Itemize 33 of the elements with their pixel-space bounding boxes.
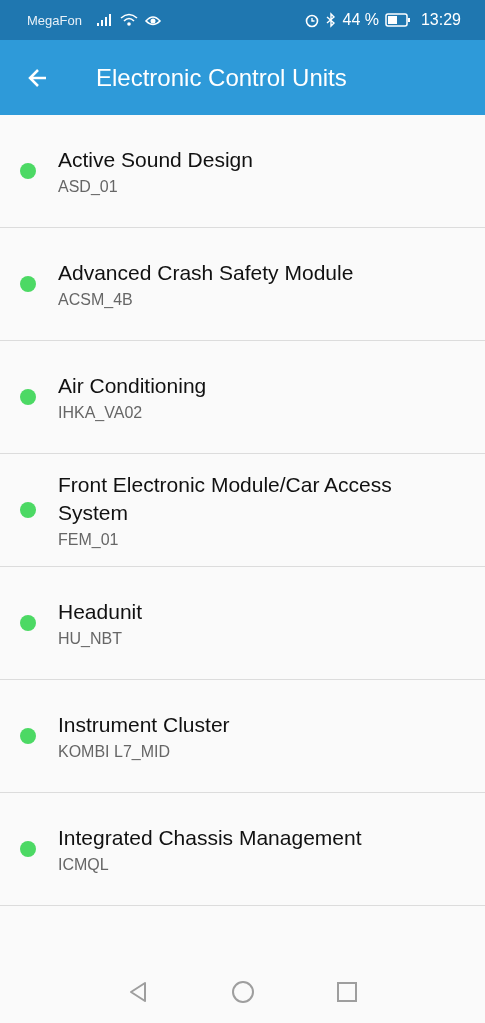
unit-code: HU_NBT — [58, 630, 123, 648]
carrier-name: MegaFon — [27, 12, 82, 28]
battery-percent: 44 % — [342, 11, 379, 29]
home-icon[interactable] — [230, 980, 255, 1004]
ecu-list-item[interactable]: Active Sound Design ASD_01 — [0, 115, 485, 228]
alarm-icon — [304, 12, 321, 28]
ecu-list-item[interactable]: Headunit HU_NBT — [0, 567, 485, 680]
clock-time: 13:29 — [420, 11, 461, 29]
screen-title: Electronic Control Units — [96, 63, 347, 92]
unit-name: Headunit — [58, 599, 143, 625]
signal-icon — [95, 13, 114, 27]
wifi-icon — [119, 13, 138, 27]
unit-code: IHKA_VA02 — [58, 404, 144, 422]
unit-code: ACSM_4B — [58, 291, 134, 309]
bluetooth-icon — [326, 12, 337, 28]
unit-code: ICMQL — [58, 856, 110, 874]
unit-name: Front Electronic Module/Car Access System — [58, 472, 393, 526]
recents-icon[interactable] — [334, 980, 359, 1004]
ecu-list-item[interactable]: Advanced Crash Safety Module ACSM_4B — [0, 228, 485, 341]
unit-code: ASD_01 — [58, 178, 119, 196]
ecu-list-item[interactable]: Integrated Chassis Management ICMQL — [0, 793, 485, 906]
unit-name: Active Sound Design — [58, 147, 253, 173]
battery-icon — [384, 13, 411, 27]
ecu-list-item[interactable]: Air Conditioning IHKA_VA02 — [0, 341, 485, 454]
ecu-list-item[interactable]: Instrument Cluster KOMBI L7_MID — [0, 680, 485, 793]
unit-code: FEM_01 — [58, 531, 120, 549]
unit-name: Instrument Cluster — [58, 712, 230, 738]
unit-name: Air Conditioning — [58, 373, 207, 399]
ecu-list-item[interactable]: Front Electronic Module/Car Access System FEM_01 — [0, 454, 485, 567]
eye-icon — [143, 13, 162, 27]
unit-name: Integrated Chassis Management — [58, 825, 362, 851]
unit-code: KOMBI L7_MID — [58, 743, 172, 761]
unit-name: Advanced Crash Safety Module — [58, 260, 354, 286]
